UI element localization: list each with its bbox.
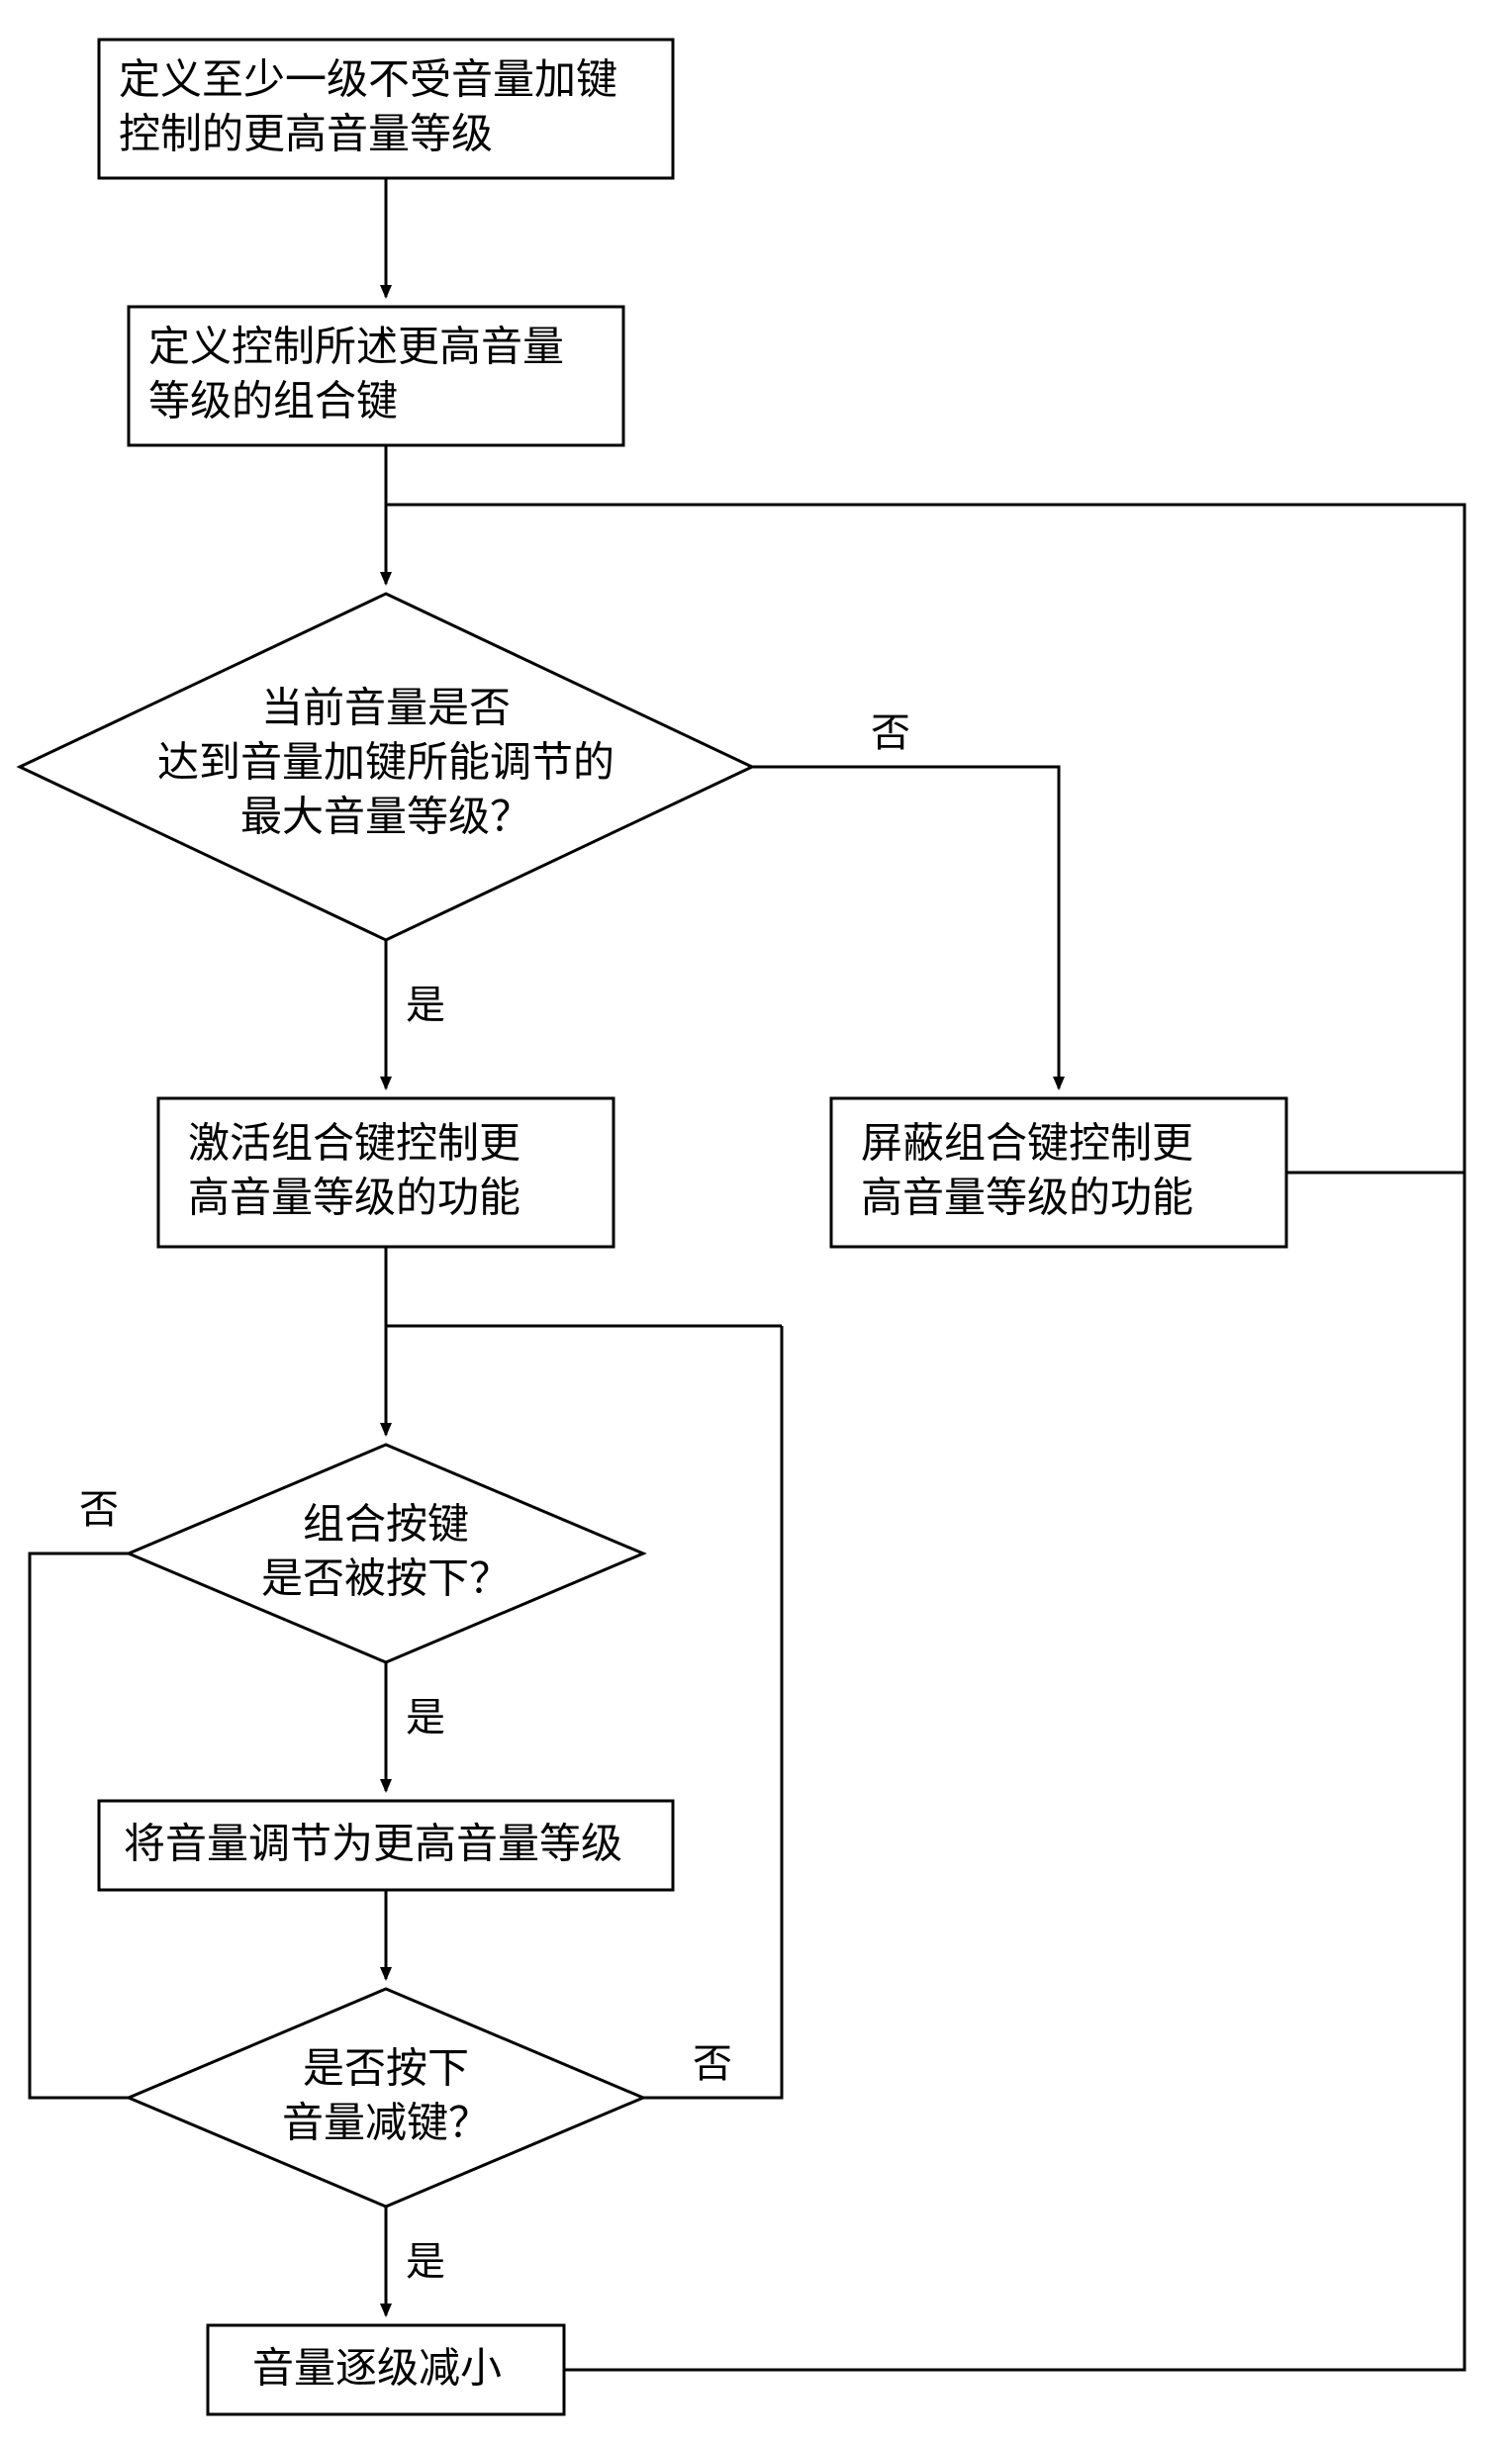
step2-text-line1: 定义控制所述更高音量 xyxy=(148,325,564,371)
decision2-yes-label: 是 xyxy=(406,1695,445,1740)
decision3-diamond xyxy=(129,1989,643,2207)
step3-yes-line2: 高音量等级的功能 xyxy=(188,1176,520,1222)
decision2-no-label: 否 xyxy=(79,1487,119,1532)
step1-text-line1: 定义至少一级不受音量加键 xyxy=(119,57,617,104)
step5-text: 音量逐级减小 xyxy=(252,2346,502,2393)
decision2-text-line1: 组合按键 xyxy=(303,1503,469,1549)
step4-text: 将音量调节为更高音量等级 xyxy=(124,1822,622,1868)
decision1-no-label: 否 xyxy=(871,710,910,755)
decision1-yes-label: 是 xyxy=(406,983,445,1027)
decision2-text-line2: 是否被按下？ xyxy=(261,1557,511,1603)
step5-loop-line xyxy=(564,1173,1465,2370)
step3-no-line2: 高音量等级的功能 xyxy=(861,1176,1193,1222)
step3-yes-box xyxy=(158,1098,614,1247)
flowchart-canvas: 定义至少一级不受音量加键 控制的更高音量等级 定义控制所述更高音量 等级的组合键… xyxy=(0,0,1512,2446)
step3-yes-line1: 激活组合键控制更 xyxy=(188,1122,520,1168)
decision3-no-label: 否 xyxy=(693,2041,732,2086)
arrow-decision1-no xyxy=(752,767,1059,1088)
step3-no-box xyxy=(831,1098,1286,1247)
step2-text-line2: 等级的组合键 xyxy=(148,380,398,425)
decision3-yes-label: 是 xyxy=(406,2239,445,2284)
decision3-text-line1: 是否按下 xyxy=(303,2047,469,2093)
decision3-no-loop-line xyxy=(643,1326,782,2098)
step1-text-line2: 控制的更高音量等级 xyxy=(119,112,493,158)
step3-no-line1: 屏蔽组合键控制更 xyxy=(861,1122,1193,1168)
decision1-text-line2: 达到音量加键所能调节的 xyxy=(157,740,614,787)
decision1-text-line3: 最大音量等级？ xyxy=(240,795,531,841)
decision1-text-line1: 当前音量是否 xyxy=(261,686,511,732)
decision3-text-line2: 音量减键？ xyxy=(282,2101,490,2147)
decision2-diamond xyxy=(129,1445,643,1662)
